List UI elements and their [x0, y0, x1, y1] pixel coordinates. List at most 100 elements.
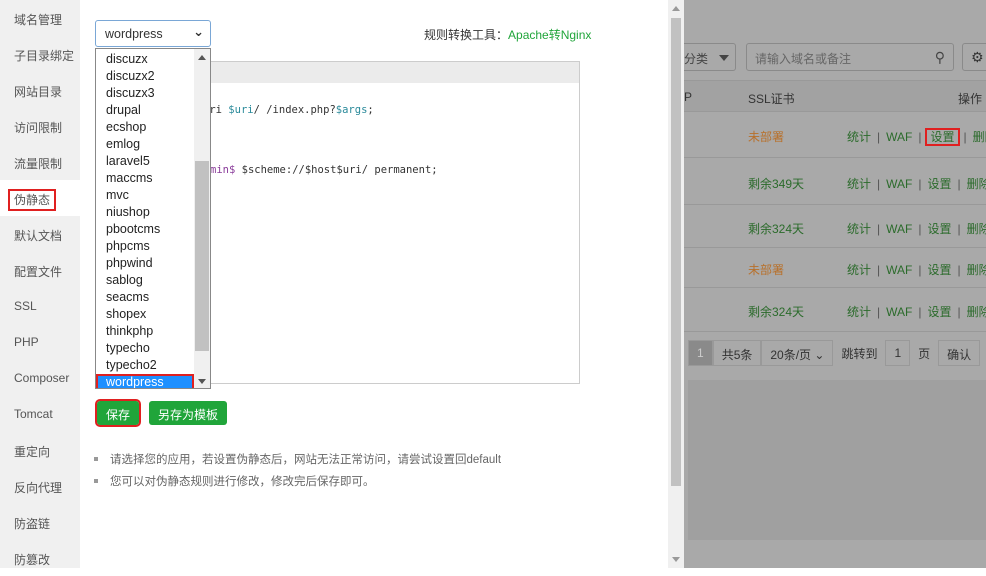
dropdown-option[interactable]: shopex	[96, 306, 210, 323]
header-ssl: SSL证书	[748, 92, 795, 106]
per-page-select[interactable]: 20条/页 ⌄	[761, 340, 834, 366]
dropdown-option[interactable]: sablog	[96, 272, 210, 289]
dropdown-option[interactable]: wordpress	[96, 374, 194, 388]
action-link[interactable]: 删除	[967, 222, 986, 236]
dropdown-option[interactable]: seacms	[96, 289, 210, 306]
separator: |	[918, 263, 922, 277]
action-link[interactable]: 设置	[927, 305, 951, 319]
action-link[interactable]: 设置	[927, 263, 951, 277]
action-link[interactable]: WAF	[886, 263, 912, 277]
sidebar-item-label: 流量限制	[14, 157, 63, 171]
dropdown-option[interactable]: phpwind	[96, 255, 210, 272]
scroll-down-icon[interactable]	[672, 557, 680, 562]
scroll-up-icon[interactable]	[198, 55, 206, 60]
separator: |	[963, 130, 967, 144]
action-link[interactable]: 删除	[967, 305, 986, 319]
dropdown-option[interactable]: emlog	[96, 136, 210, 153]
category-filter[interactable]: 分类	[684, 43, 736, 71]
sidebar-item[interactable]: Tomcat	[0, 396, 80, 432]
filter-label: 分类	[684, 52, 709, 66]
dropdown-option[interactable]: drupal	[96, 102, 210, 119]
action-link[interactable]: WAF	[886, 305, 912, 319]
action-link[interactable]: 统计	[847, 130, 871, 144]
dropdown-option[interactable]: discuzx	[96, 51, 210, 68]
dropdown-option[interactable]: laravel5	[96, 153, 210, 170]
search-icon[interactable]: ⚲	[935, 49, 945, 66]
dropdown-option[interactable]: ecshop	[96, 119, 210, 136]
code-token: $args	[335, 104, 368, 116]
sidebar-item[interactable]: 防盗链	[0, 504, 80, 540]
action-link[interactable]: 设置	[927, 222, 951, 236]
dropdown-option[interactable]: phpcms	[96, 238, 210, 255]
sidebar-item[interactable]: 反向代理	[0, 468, 80, 504]
settings-sidebar: 域名管理 子目录绑定网站目录访问限制流量限制伪静态 默认文档 配置文件 SSL PHP Co…	[0, 0, 80, 568]
apache-to-nginx-link[interactable]: Apache转Nginx	[508, 28, 591, 42]
sidebar-item[interactable]: Composer	[0, 360, 80, 396]
sidebar-item[interactable]: SSL	[0, 288, 80, 324]
dropdown-option[interactable]: typecho	[96, 340, 210, 357]
action-link[interactable]: 删除	[967, 177, 986, 191]
sidebar-item[interactable]: 默认文档	[0, 216, 80, 252]
dropdown-option[interactable]: maccms	[96, 170, 210, 187]
dropdown-option[interactable]: mvc	[96, 187, 210, 204]
dropdown-option[interactable]: typecho2	[96, 357, 210, 374]
sidebar-item-label: 网站目录	[14, 85, 63, 99]
row-actions: 统计 | WAF | 设置 | 删除	[844, 303, 986, 320]
app-select[interactable]: wordpress ⌄	[95, 20, 211, 47]
dropdown-scroll-thumb[interactable]	[195, 161, 209, 351]
action-link[interactable]: WAF	[886, 177, 912, 191]
sidebar-item[interactable]: 子目录绑定	[0, 36, 80, 72]
save-button[interactable]: 保存	[94, 399, 142, 427]
save-as-template-button[interactable]: 另存为模板	[149, 401, 228, 425]
header-ops: 操作	[958, 92, 983, 106]
dropdown-option[interactable]: discuzx2	[96, 68, 210, 85]
scroll-thumb[interactable]	[671, 18, 681, 486]
action-link[interactable]: 删除	[967, 263, 986, 277]
page-current[interactable]: 1	[688, 340, 713, 366]
separator: |	[957, 176, 961, 191]
scroll-down-icon[interactable]	[198, 379, 206, 384]
sidebar-item[interactable]: 重定向	[0, 432, 80, 468]
sidebar-item[interactable]: 网站目录	[0, 72, 80, 108]
sidebar-item[interactable]: 防篡改	[0, 540, 80, 576]
table-header: P SSL证书 操作	[684, 80, 986, 112]
action-link[interactable]: WAF	[886, 222, 912, 236]
dropdown-scrollbar[interactable]	[194, 49, 210, 388]
dropdown-option[interactable]: niushop	[96, 204, 210, 221]
scrollbar[interactable]	[668, 0, 684, 568]
sidebar-item[interactable]: 流量限制	[0, 144, 80, 180]
sidebar-item[interactable]: 访问限制	[0, 108, 80, 144]
action-link[interactable]: 设置	[925, 128, 960, 146]
sidebar-item[interactable]: 配置文件	[0, 252, 80, 288]
sidebar-item[interactable]: 伪静态	[0, 180, 80, 216]
help-notes: 请选择您的应用，若设置伪静态后，网站无法正常访问，请尝试设置回default 您…	[94, 451, 501, 495]
sidebar-item[interactable]: PHP	[0, 324, 80, 360]
action-link[interactable]: 删除	[973, 130, 986, 144]
scroll-up-icon[interactable]	[672, 6, 680, 11]
note-item: 请选择您的应用，若设置伪静态后，网站无法正常访问，请尝试设置回default	[94, 451, 501, 473]
code-token: $scheme://$host$uri/ permanent;	[235, 164, 438, 176]
action-link[interactable]: 统计	[847, 305, 871, 319]
header-p: P	[684, 90, 693, 104]
code-token: min$	[210, 164, 236, 176]
confirm-button[interactable]: 确认	[938, 340, 981, 366]
pagination: 1 共5条 20条/页 ⌄ 跳转到 1 页 确认	[688, 340, 981, 366]
search-input[interactable]: 请输入域名或备注 ⚲	[746, 43, 954, 71]
action-link[interactable]: 统计	[847, 177, 871, 191]
dropdown-option[interactable]: thinkphp	[96, 323, 210, 340]
dropdown-option[interactable]: pbootcms	[96, 221, 210, 238]
action-link[interactable]: 统计	[847, 222, 871, 236]
page-input[interactable]: 1	[885, 340, 911, 366]
sidebar-item[interactable]: 域名管理	[0, 0, 80, 36]
action-link[interactable]: 统计	[847, 263, 871, 277]
sidebar-item-label: 防盗链	[14, 517, 51, 531]
gear-icon[interactable]: ⚙	[962, 43, 986, 71]
action-link[interactable]: 设置	[927, 177, 951, 191]
dropdown-option[interactable]: discuzx3	[96, 85, 210, 102]
rule-convert-tool: 规则转换工具：Apache转Nginx	[424, 26, 591, 43]
action-link[interactable]: WAF	[886, 130, 912, 144]
code-line-1: uri $uri/ /index.php?$args;	[203, 104, 374, 116]
code-token: ;	[367, 104, 374, 116]
per-page-value: 20条/页	[770, 348, 812, 362]
separator: |	[877, 176, 881, 191]
